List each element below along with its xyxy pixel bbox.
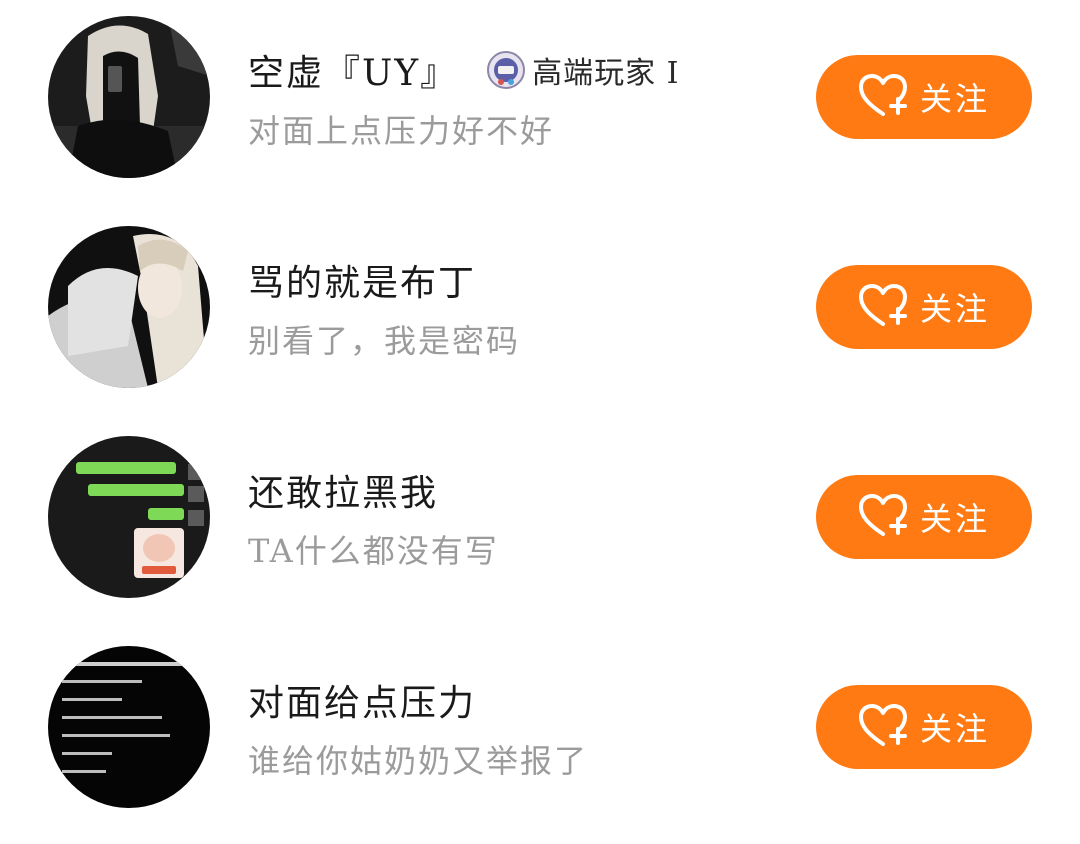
user-name[interactable]: 空虚『UY』 [248, 44, 458, 96]
heart-plus-icon [858, 284, 907, 326]
list-item[interactable]: 空虚『UY』 高端玩家 I 对面上点压力好不好 关注 [0, 0, 1080, 200]
list-item[interactable]: 骂的就是布丁 别看了，我是密码 关注 [0, 210, 1080, 410]
follow-label: 关注 [919, 500, 990, 538]
heart-plus-icon [858, 74, 907, 116]
name-line: 空虚『UY』 高端玩家 I [248, 44, 680, 96]
user-signature: 谁给你姑奶奶又举报了 [248, 742, 589, 780]
user-signature: 别看了，我是密码 [248, 322, 521, 360]
follow-button[interactable]: 关注 [816, 55, 1032, 139]
list-item[interactable]: 对面给点压力 谁给你姑奶奶又举报了 关注 [0, 630, 1080, 830]
name-line: 骂的就是布丁 [248, 254, 476, 306]
follow-button[interactable]: 关注 [816, 685, 1032, 769]
avatar[interactable] [48, 16, 210, 178]
user-name[interactable]: 还敢拉黑我 [248, 464, 438, 516]
avatar[interactable] [48, 436, 210, 598]
avatar[interactable] [48, 226, 210, 388]
follow-button[interactable]: 关注 [816, 475, 1032, 559]
follow-list: 空虚『UY』 高端玩家 I 对面上点压力好不好 关注 骂的就是布丁 别看了，我是… [0, 0, 1080, 844]
user-name[interactable]: 对面给点压力 [248, 674, 476, 726]
avatar[interactable] [48, 646, 210, 808]
name-line: 还敢拉黑我 [248, 464, 438, 516]
follow-label: 关注 [919, 710, 990, 748]
heart-plus-icon [858, 494, 907, 536]
follow-button[interactable]: 关注 [816, 265, 1032, 349]
user-name[interactable]: 骂的就是布丁 [248, 254, 476, 306]
user-signature: 对面上点压力好不好 [248, 112, 555, 150]
rank-badge-label: 高端玩家 I [532, 56, 680, 91]
heart-plus-icon [858, 704, 907, 746]
follow-label: 关注 [919, 290, 990, 328]
follow-label: 关注 [919, 80, 990, 118]
game-rank-badge-icon [486, 50, 526, 90]
name-line: 对面给点压力 [248, 674, 476, 726]
user-signature: TA什么都没有写 [248, 532, 499, 570]
list-item[interactable]: 还敢拉黑我 TA什么都没有写 关注 [0, 420, 1080, 620]
